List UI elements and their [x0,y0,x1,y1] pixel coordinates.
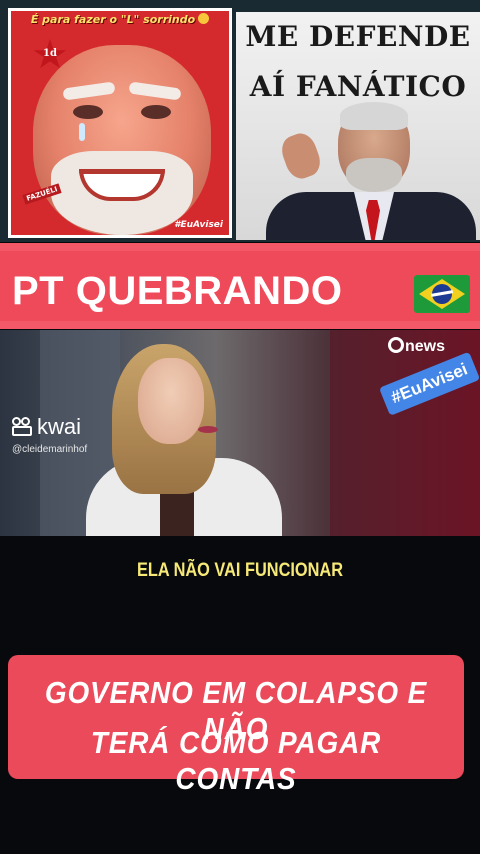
politician-illustration [266,102,476,240]
kwai-brand: kwai [37,414,82,439]
globo-icon [388,337,404,353]
news-brand: news [405,338,446,355]
tear [79,123,85,141]
smiling-face-illustration [33,45,211,235]
right-brow [128,81,182,101]
meme-watermark: #EuAvisei [174,220,223,230]
anchor-face [138,358,204,444]
crying-meme-image: É para fazer o "L" sorrindo 1d FAZUÉLI #… [8,8,232,238]
meme-right-line2: AÍ FANÁTICO [249,70,467,103]
video-subtitle: ELA NÃO VAI FUNCIONAR [136,560,344,581]
brazil-flag-icon [414,275,470,313]
right-eye [141,105,171,119]
video-frame[interactable]: kwai @cleidemarinhof news #EuAvisei [0,330,480,536]
kwai-watermark: kwai [12,414,81,440]
star-badge-label: 1d [43,48,57,59]
politician-meme-image: ME DEFENDE AÍ FANÁTICO [236,12,480,240]
kwai-username: @cleidemarinhof [12,444,88,455]
meme-caption-text: É para fazer o "L" sorrindo [30,13,196,26]
meme-caption: É para fazer o "L" sorrindo [11,13,229,26]
anchor-lips [198,426,218,433]
beard [346,158,402,192]
hair [340,102,408,130]
top-meme-strip: É para fazer o "L" sorrindo 1d FAZUÉLI #… [0,0,480,242]
pointing-hand [277,129,325,183]
grimace-emoji-icon [198,13,210,24]
bottom-banner-line2: TERÁ COMO PAGAR CONTAS [90,725,382,796]
globonews-logo: news [388,336,445,356]
kwai-logo-icon [12,417,34,437]
left-brow [62,81,116,101]
left-eye [73,105,103,119]
meme-right-line1: ME DEFENDE [245,20,471,53]
title-text: PT QUEBRANDO [12,269,343,313]
title-banner: PT QUEBRANDO [0,243,480,329]
bottom-banner: GOVERNO EM COLAPSO E NÃO TERÁ COMO PAGAR… [8,655,464,796]
